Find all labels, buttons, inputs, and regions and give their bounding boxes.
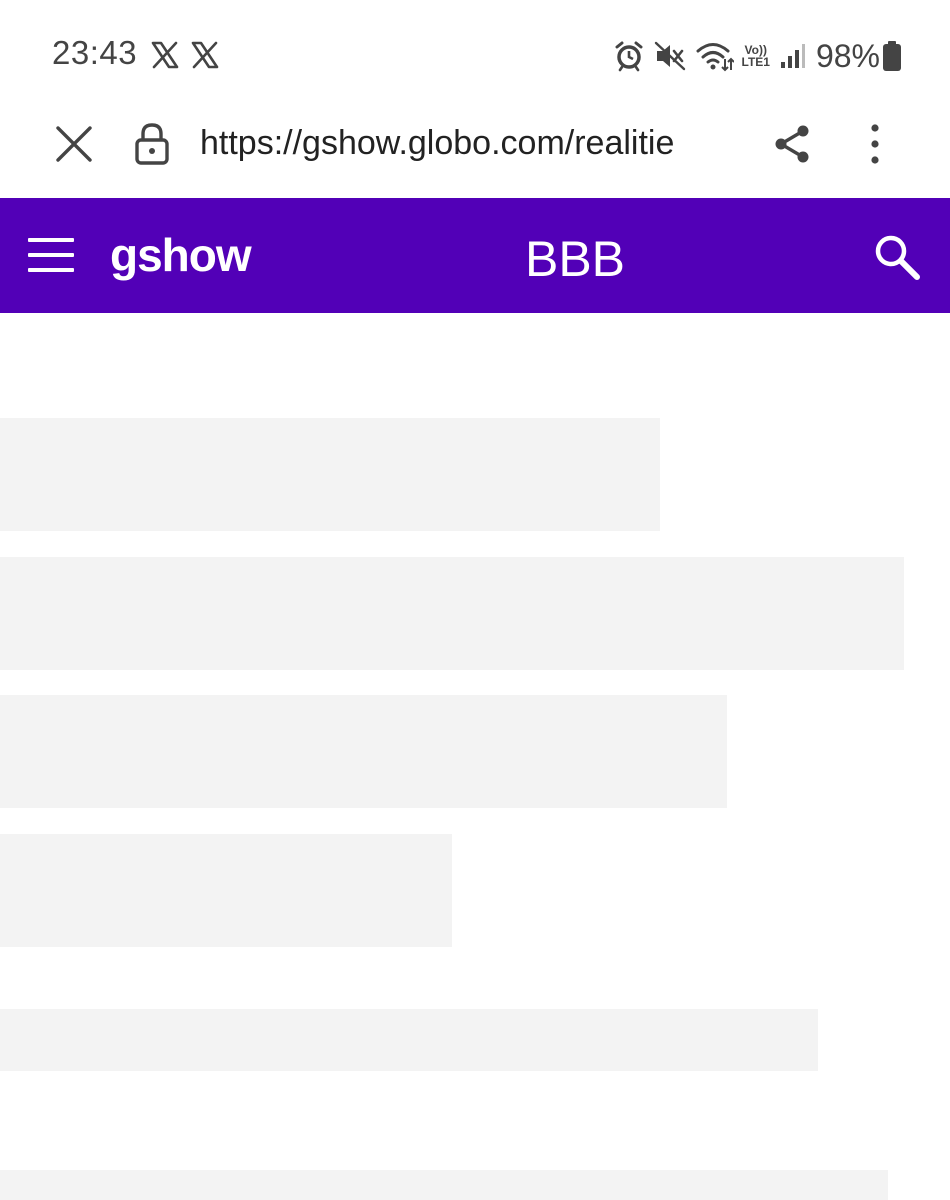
wifi-icon [696,43,734,72]
lock-icon[interactable] [132,122,172,166]
menu-icon-bar [28,268,74,272]
loading-placeholder [0,557,904,670]
url-field[interactable]: https://gshow.globo.com/realitie [200,124,740,163]
mute-icon [654,41,685,71]
loading-placeholder [0,418,660,531]
loading-placeholder [0,834,452,947]
x-logo-icon [151,41,179,69]
system-status-icons: Vo)) LTE1 98% [604,36,903,76]
menu-icon-bar [28,238,74,242]
section-title[interactable]: BBB [475,230,675,288]
screen: 23:43 Vo)) LTE1 98% https://gshow.globo.… [0,0,950,1200]
loading-placeholder [0,1170,888,1200]
volte-bottom-label: LTE1 [741,55,770,69]
browser-url-bar: https://gshow.globo.com/realitie [0,100,950,198]
menu-button[interactable] [28,238,74,274]
volte-icon: Vo)) LTE1 [742,44,770,68]
status-time: 23:43 [52,34,138,71]
status-bar: 23:43 Vo)) LTE1 98% [0,0,950,100]
alarm-icon [615,41,642,72]
loading-placeholder [0,1009,818,1071]
menu-icon-bar [28,253,74,257]
gshow-logo[interactable]: gshow [110,228,252,284]
x-logo-icon [191,41,219,69]
close-icon[interactable] [54,124,94,164]
battery-percent: 98% [815,37,880,74]
site-header: gshow BBB [0,198,950,313]
search-icon[interactable] [872,232,922,282]
more-options-icon[interactable] [860,122,890,166]
loading-placeholder [0,695,727,808]
share-icon[interactable] [772,122,812,166]
battery-icon [883,41,901,71]
signal-icon [780,44,805,68]
